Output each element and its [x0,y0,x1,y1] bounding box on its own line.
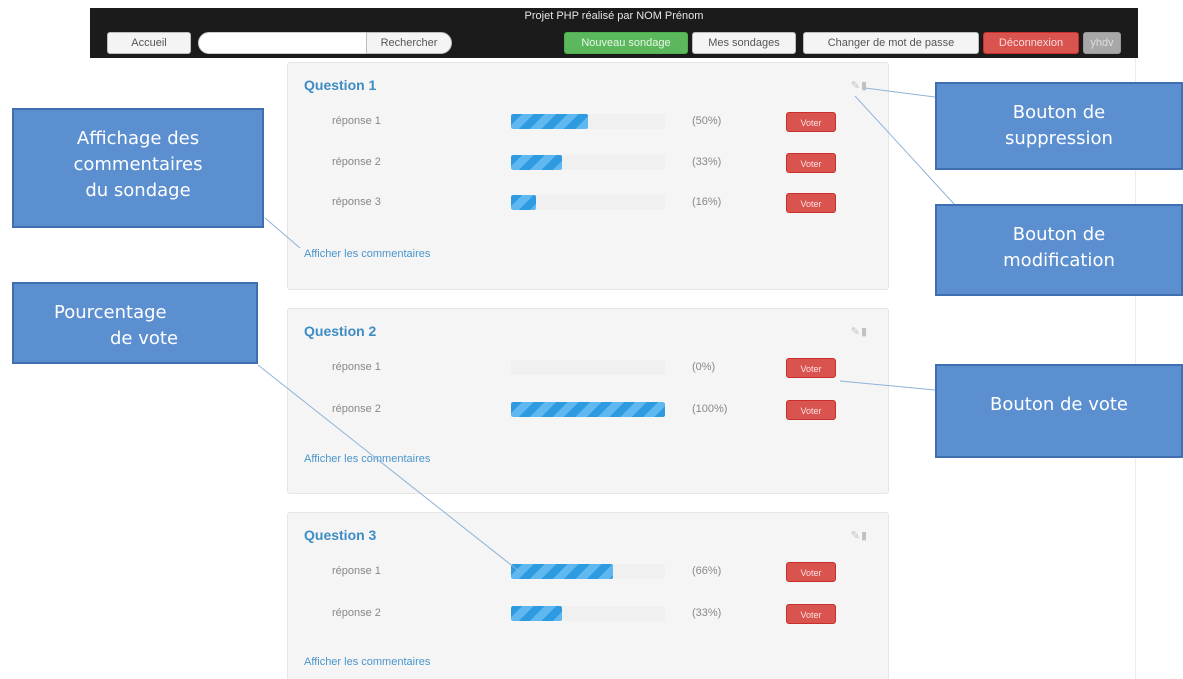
callout-line: modification [1003,250,1115,271]
callout-line: Bouton de [1012,102,1106,123]
callout-line: Affichage des [76,128,200,149]
callout-line: suppression [1005,128,1113,149]
callout-line: commentaires [73,154,203,175]
comments-connector [264,217,301,249]
percentage-connector [257,364,521,573]
delete-connector [864,87,936,98]
callout-line: du sondage [85,180,191,201]
callout-line: de vote [110,328,179,349]
callout-line: Bouton de vote [990,394,1128,415]
callout-edit: Bouton de modification [935,204,1183,296]
callout-line: Bouton de [1012,224,1106,245]
callout-vote: Bouton de vote [935,364,1183,458]
annotated-screenshot: Projet PHP réalisé par NOM Prénom Accuei… [0,0,1183,679]
callout-comments: Affichage des commentaires du sondage [12,108,264,228]
callout-delete: Bouton de suppression [935,82,1183,170]
vote-connector [839,380,936,391]
callout-line: Pourcentage [54,302,167,323]
callout-percentage: Pourcentage de vote [12,282,258,364]
